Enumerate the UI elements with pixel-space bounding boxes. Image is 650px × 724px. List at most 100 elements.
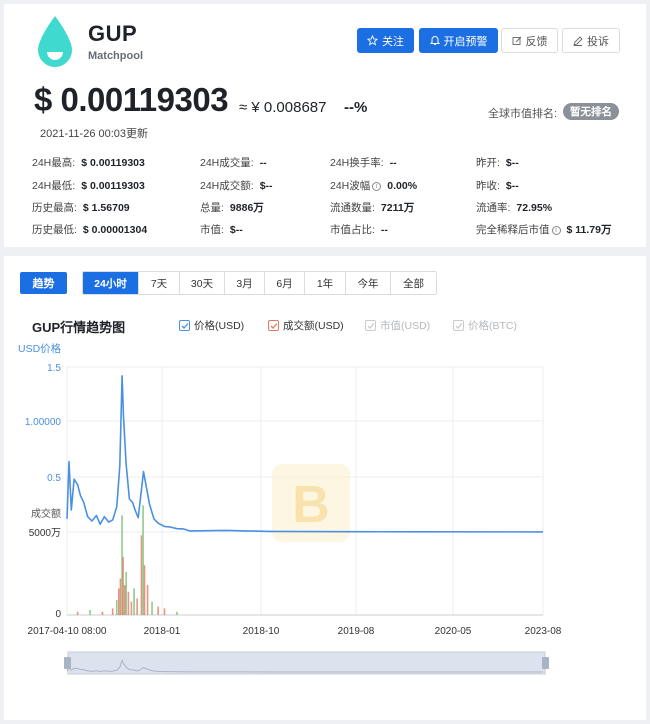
stat-1-2: 24H波幅 i 0.00% [330,178,417,193]
volume-bar [119,578,122,615]
volume-tick-label: 0 [55,609,61,620]
stat-value: $-- [505,157,519,169]
stat-value: 7211万 [380,202,415,214]
follow-label: 关注 [382,35,404,48]
volume-axis-label: 成交额 [31,507,61,520]
x-tick-label: 2018-10 [243,626,280,637]
volume-bar [143,565,146,615]
bell-icon [429,36,440,45]
volume-bar [101,611,104,615]
x-tick-label: 2020-05 [435,626,472,637]
stat-value: 9886万 [229,202,264,214]
zoom-handle-left[interactable] [64,657,71,669]
info-icon[interactable]: i [372,181,382,191]
stat-label: 昨收: [476,180,500,192]
volume-bar [140,535,143,615]
volume-bar [157,606,159,615]
stat-value: $ 0.00119303 [81,180,145,192]
watermark-glyph: B [292,476,330,534]
volume-bar [142,505,144,615]
info-icon[interactable]: i [551,225,561,235]
stat-label: 历史最高: [32,202,77,214]
stat-value: $ 0.00001304 [82,224,148,236]
price-cny: ≈ ¥ 0.008687 [239,99,327,116]
stat-label: 24H波幅 [330,180,371,192]
price-change: --% [344,99,368,116]
volume-bar [111,608,114,615]
star-icon [367,35,378,46]
y-tick-label: 0.5 [47,473,61,484]
price-alert-label: 开启预警 [443,35,488,48]
follow-button[interactable]: 关注 [357,28,414,53]
stat-label: 24H成交额: [200,180,254,192]
stat-value: -- [380,224,388,236]
edit-icon [512,36,521,45]
stat-value: $-- [229,224,243,236]
stat-0-3: 昨开: $-- [476,155,519,170]
y-tick-label: 1.5 [47,363,61,374]
volume-bar [118,588,120,615]
stat-2-2: 流通数量: 7211万 [330,200,414,215]
volume-bar [151,601,153,615]
volume-bar [125,571,127,615]
stat-0-2: 24H换手率: -- [330,155,397,170]
stat-0-1: 24H成交量: -- [200,155,267,170]
feedback-label: 反馈 [525,35,548,48]
volume-bar [89,610,91,615]
stat-3-0: 历史最低: $ 0.00001304 [32,222,147,237]
stat-label: 市值占比: [330,224,375,236]
stat-label: 24H最低: [32,180,76,192]
stat-3-1: 市值: $-- [200,222,243,237]
stat-label: 24H成交量: [200,157,254,169]
zoom-handle-right[interactable] [542,657,549,669]
volume-bar [136,598,138,615]
stat-label: 24H最高: [32,157,76,169]
stat-1-1: 24H成交额: $-- [200,178,273,193]
stat-label: 市值: [200,224,224,236]
pen-icon [573,35,583,46]
stat-value: -- [389,157,397,169]
x-tick-label: 2023-08 [525,626,562,637]
stat-2-1: 总量: 9886万 [200,200,264,215]
global-rank-badge: 暂无排名 [563,103,619,120]
stat-value: 72.95% [516,202,553,214]
feedback-button[interactable]: 反馈 [501,28,558,53]
stat-value: $-- [505,180,519,192]
stat-3-2: 市值占比: -- [330,222,388,237]
volume-bar [133,588,135,615]
volume-tick-label: 5000万 [29,528,61,539]
matchpool-logo-icon [38,16,72,67]
x-tick-label: 2018-01 [144,626,181,637]
volume-bar [123,585,126,615]
stat-label: 完全稀释后市值 [476,224,550,236]
y-axis-label: USD价格 [18,342,62,355]
price-chart: B 1.5 1.00000 0.5 USD价格成交额 5000万 0 2017-04-10 0… [18,342,562,675]
stat-2-0: 历史最高: $ 1.56709 [32,200,130,215]
volume-bar [122,556,124,615]
volume-bar [146,585,149,615]
coin-header-card: GUP Matchpool 关注 开启预警 反馈 投诉 $ 0.00119303… [4,4,646,247]
stat-value: $ 11.79万 [566,224,612,236]
global-rank-label: 全球市值排名: [488,108,558,120]
stat-2-3: 流通率: 72.95% [476,200,552,215]
stat-label: 流通率: [476,202,511,214]
stat-value: -- [259,157,267,169]
stat-value: $-- [259,180,273,192]
stat-label: 历史最低: [32,224,77,236]
updated-time: 2021-11-26 00:03更新 [40,128,149,140]
x-tick-label: 2019-08 [338,626,375,637]
stat-value: $ 1.56709 [82,202,130,214]
stat-label: 昨开: [476,157,500,169]
volume-bar [130,601,133,615]
stat-label: 24H换手率: [330,157,384,169]
chart-card: 趋势 24小时 7天 30天 3月 6月 1年 今年 全部 GUP行情趋势图 价格(USD) 成… [4,256,646,720]
stat-1-0: 24H最低: $ 0.00119303 [32,178,145,193]
price-alert-button[interactable]: 开启预警 [419,28,498,53]
stat-label: 流通数量: [330,202,375,214]
coin-symbol: GUP [88,21,138,46]
complaint-button[interactable]: 投诉 [562,28,620,53]
volume-bar [176,611,178,615]
stat-value: 0.00% [387,180,418,192]
stat-0-0: 24H最高: $ 0.00119303 [32,155,145,170]
volume-bar [115,600,118,615]
